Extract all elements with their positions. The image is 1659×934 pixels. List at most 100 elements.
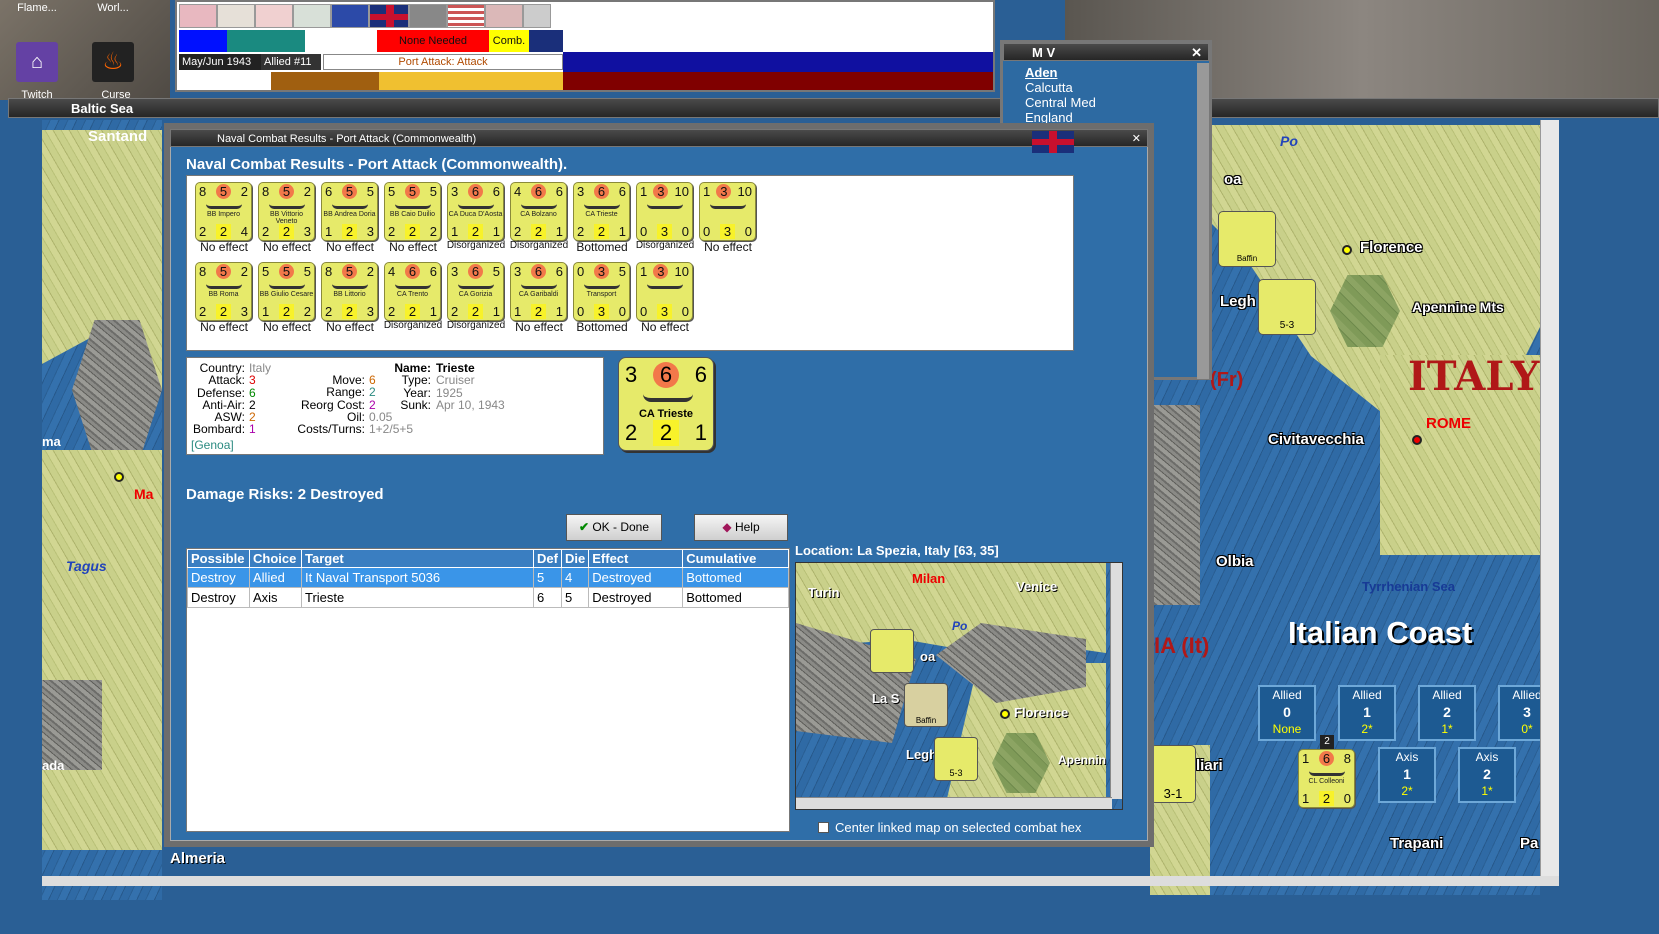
counter-attack: 8 [262, 184, 270, 199]
table-row[interactable]: Destroy Axis Trieste 6 5 Destroyed Bottomed [187, 587, 789, 608]
combat-counter[interactable]: 4 6 6 CA Trento 2 2 1 [384, 262, 441, 321]
mv-window-titlebar[interactable]: M V ✕ [1003, 43, 1209, 61]
map-counter-corps[interactable]: 5-3 [1258, 279, 1316, 335]
combat-counter[interactable]: 3 6 6 CA Garibaldi 1 2 1 [510, 262, 567, 321]
right-scrollbar[interactable] [1540, 120, 1559, 880]
minimap-counter-baffin[interactable]: Baffin [904, 683, 948, 727]
minimap-counter-aircraft[interactable] [870, 629, 914, 673]
combat-result: Disorganized [509, 240, 569, 251]
counter-name: BB Impero [206, 211, 241, 218]
color-strip-orange [271, 72, 379, 90]
dialog-titlebar[interactable]: Naval Combat Results - Port Attack (Comm… [170, 129, 1148, 147]
counter-bombard: 3 [366, 304, 374, 319]
mv-window-title: M V [1032, 45, 1056, 60]
axis-allied-box-5[interactable]: Axis 2 1* [1458, 747, 1516, 803]
col-die[interactable]: Die [560, 549, 590, 568]
combat-counter[interactable]: 3 6 6 CA Duca D'Aosta 1 2 1 [447, 182, 504, 241]
col-def[interactable]: Def [533, 549, 562, 568]
combat-counter[interactable]: 3 6 6 CA Trieste 2 2 1 [573, 182, 630, 241]
combat-table-panel[interactable]: Possible Choice Target Def Die Effect Cu… [186, 548, 790, 832]
minimap-vscroll[interactable] [1110, 563, 1122, 799]
map-label-rome: ROME [1426, 415, 1471, 432]
desktop-icon-flame[interactable]: Flame... [12, 2, 62, 14]
axis-allied-box-0[interactable]: Allied 0 None [1258, 685, 1316, 741]
col-possible[interactable]: Possible [187, 549, 250, 568]
axis-allied-box-3[interactable]: Allied 3 0* [1498, 685, 1540, 741]
minimap-label-la-s: La S [872, 691, 900, 706]
ship-icon [643, 394, 693, 402]
col-cumulative[interactable]: Cumulative [682, 549, 789, 568]
counter-defense: 3 [653, 184, 669, 199]
table-row[interactable]: Destroy Allied It Naval Transport 5036 5 4 De… [187, 567, 789, 588]
help-button[interactable]: ◆ Help [694, 514, 788, 541]
ship-icon [647, 203, 683, 209]
combat-counter[interactable]: 1 3 10 0 3 0 [699, 182, 756, 241]
combat-counter[interactable]: 5 5 5 BB Giulio Cesare 1 2 2 [258, 262, 315, 321]
flag-china-icon[interactable] [179, 4, 217, 28]
dialog-close-icon[interactable]: ✕ [1132, 130, 1141, 148]
flag-pink-icon[interactable] [485, 4, 523, 28]
axis-allied-box-2[interactable]: Allied 2 1* [1418, 685, 1476, 741]
counter-attack: 1 [1302, 751, 1310, 766]
combat-result: Disorganized [635, 240, 695, 251]
combat-counter[interactable]: 1 3 10 0 3 0 [636, 262, 693, 321]
flag-usa-icon[interactable] [447, 4, 485, 28]
combat-counter[interactable]: 5 5 5 BB Caio Duilio 2 2 2 [384, 182, 441, 241]
col-target[interactable]: Target [301, 549, 534, 568]
combat-counter[interactable]: 8 5 2 BB Littorio 2 2 3 [321, 262, 378, 321]
col-effect[interactable]: Effect [588, 549, 684, 568]
counter-aa: 2 [199, 304, 207, 319]
minimap-hscroll[interactable] [796, 797, 1112, 809]
cell: Destroyed [588, 567, 684, 588]
details-panel: Country: Attack: Defense: Anti-Air: ASW:… [186, 357, 604, 455]
combat-counter[interactable]: 3 6 5 CA Gorizia 2 2 1 [447, 262, 504, 321]
combat-table: Possible Choice Target Def Die Effect Cu… [187, 549, 789, 608]
flag-uk-icon[interactable] [369, 4, 409, 28]
combat-counter[interactable]: 4 6 6 CA Bolzano 2 2 1 [510, 182, 567, 241]
damage-risks: Damage Risks: 2 Destroyed [186, 486, 384, 503]
flag-france-icon[interactable] [217, 4, 255, 28]
counter-aa: 1 [262, 304, 270, 319]
minimap-counter-corps[interactable]: 5-3 [934, 737, 978, 781]
bottom-scrollbar[interactable] [42, 876, 1559, 886]
flag-italy-icon[interactable] [293, 4, 331, 28]
mv-list-item-calcutta[interactable]: Calcutta [1025, 80, 1073, 95]
map-counter-baffin[interactable]: Baffin [1218, 211, 1276, 267]
combat-counter[interactable]: 8 5 2 BB Vittorio Veneto 2 2 3 [258, 182, 315, 241]
map-label-tagus: Tagus [66, 558, 107, 574]
baltic-window-titlebar[interactable]: Baltic Sea [8, 98, 1659, 118]
combat-counter[interactable]: 1 3 10 0 3 0 [636, 182, 693, 241]
combat-counter[interactable]: 8 5 2 BB Impero 2 2 4 [195, 182, 252, 241]
map-counter-3-1[interactable]: 3-1 [1150, 745, 1196, 803]
counter-name: BB Caio Duilio [389, 211, 436, 218]
flag-grey-icon[interactable] [409, 4, 447, 28]
left-map[interactable]: Santand Tagus Ma ma ada [42, 120, 162, 900]
map-counter-colleoni[interactable]: 168 CL Colleoni 120 [1298, 749, 1355, 808]
twitch-icon[interactable]: ⌂ [16, 42, 58, 82]
linked-minimap[interactable]: Turin Milan Venice Po oa La S Florence L… [795, 562, 1123, 810]
counter-move: 6 [492, 184, 500, 199]
box-num: 2 [1483, 766, 1491, 782]
center-linked-checkbox[interactable] [818, 822, 829, 833]
counter-aa: 1 [451, 224, 459, 239]
close-icon[interactable]: ✕ [1191, 44, 1202, 62]
desktop-icon-worl[interactable]: Worl... [88, 2, 138, 14]
mv-scrollbar[interactable] [1197, 63, 1209, 379]
ok-done-button[interactable]: ✔ OK - Done [566, 514, 662, 541]
col-choice[interactable]: Choice [249, 549, 302, 568]
flag-taiwan-icon[interactable] [331, 4, 369, 28]
combat-counter[interactable]: 0 3 5 Transport 0 3 0 [573, 262, 630, 321]
status-comb: Comb. [489, 30, 529, 52]
counter-bombard: 0 [681, 224, 689, 239]
axis-allied-box-1[interactable]: Allied 1 2* [1338, 685, 1396, 741]
combat-counter[interactable]: 8 5 2 BB Roma 2 2 3 [195, 262, 252, 321]
flag-japan-icon[interactable] [255, 4, 293, 28]
counter-bombard: 0 [744, 224, 752, 239]
axis-allied-box-4[interactable]: Axis 1 2* [1378, 747, 1436, 803]
curse-client-icon[interactable]: ♨ [92, 42, 134, 82]
mv-list-item-central-med[interactable]: Central Med [1025, 95, 1096, 110]
mv-list-item-aden[interactable]: Aden [1025, 65, 1058, 80]
flag-cog-icon[interactable] [523, 4, 551, 28]
counter-attack: 5 [262, 264, 270, 279]
combat-counter[interactable]: 6 5 5 BB Andrea Doria 1 2 3 [321, 182, 378, 241]
